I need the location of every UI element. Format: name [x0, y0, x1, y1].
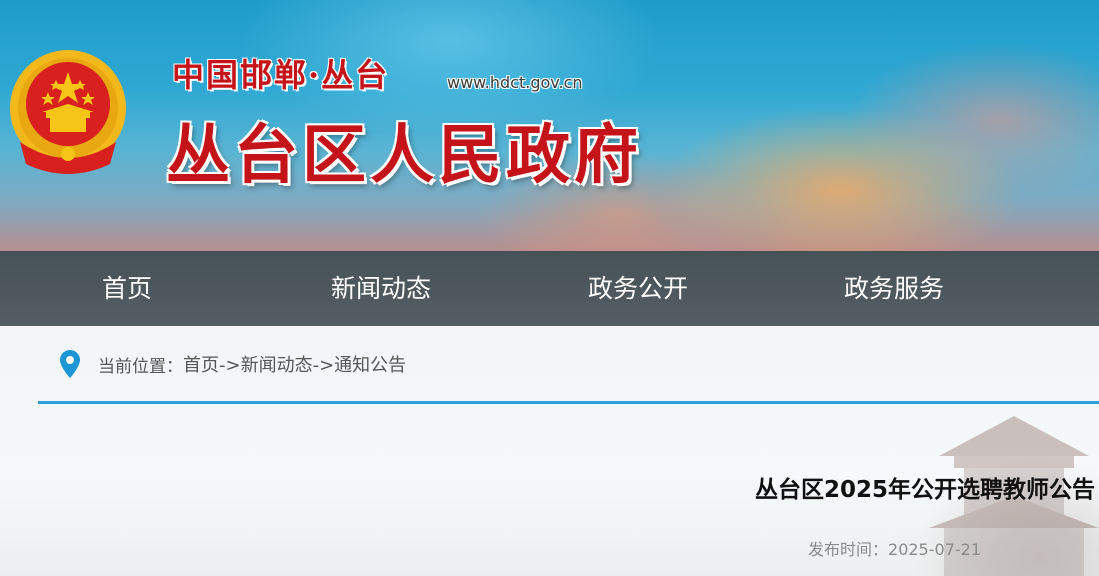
- breadcrumb-label: 当前位置：: [98, 356, 183, 377]
- content-area: 当前位置： 首页->新闻动态->通知公告 丛台区2025年公开选聘教师公告 发布…: [0, 326, 1099, 576]
- nav-item-home[interactable]: 首页: [102, 251, 152, 326]
- breadcrumb-home[interactable]: 首页: [183, 355, 219, 376]
- site-title: 丛台区人民政府: [166, 118, 642, 193]
- breadcrumb-notices[interactable]: 通知公告: [334, 355, 406, 376]
- breadcrumb-separator: ->: [312, 355, 335, 376]
- breadcrumb-news[interactable]: 新闻动态: [241, 355, 313, 376]
- nav-item-government-services[interactable]: 政务服务: [844, 251, 944, 326]
- publish-label: 发布时间：: [808, 540, 889, 559]
- breadcrumb-divider: [38, 401, 1099, 404]
- header-banner: 中国邯郸·丛台 www.hdct.gov.cn 丛台区人民政府: [0, 0, 1099, 252]
- breadcrumb-separator: ->: [219, 355, 241, 376]
- breadcrumb: 当前位置： 首页->新闻动态->通知公告: [60, 348, 406, 380]
- site-url[interactable]: www.hdct.gov.cn: [447, 73, 583, 92]
- location-pin-icon: [60, 350, 80, 378]
- nav-item-news[interactable]: 新闻动态: [331, 251, 431, 326]
- site-subtitle: 中国邯郸·丛台: [172, 56, 390, 94]
- article-title: 丛台区2025年公开选聘教师公告: [754, 477, 1095, 503]
- publish-date: 2025-07-21: [888, 540, 981, 559]
- national-emblem-icon: [10, 50, 126, 174]
- nav-item-government-affairs[interactable]: 政务公开: [588, 251, 688, 326]
- publish-info: 发布时间：2025-07-21: [808, 536, 981, 560]
- main-nav: 首页 新闻动态 政务公开 政务服务: [0, 251, 1099, 326]
